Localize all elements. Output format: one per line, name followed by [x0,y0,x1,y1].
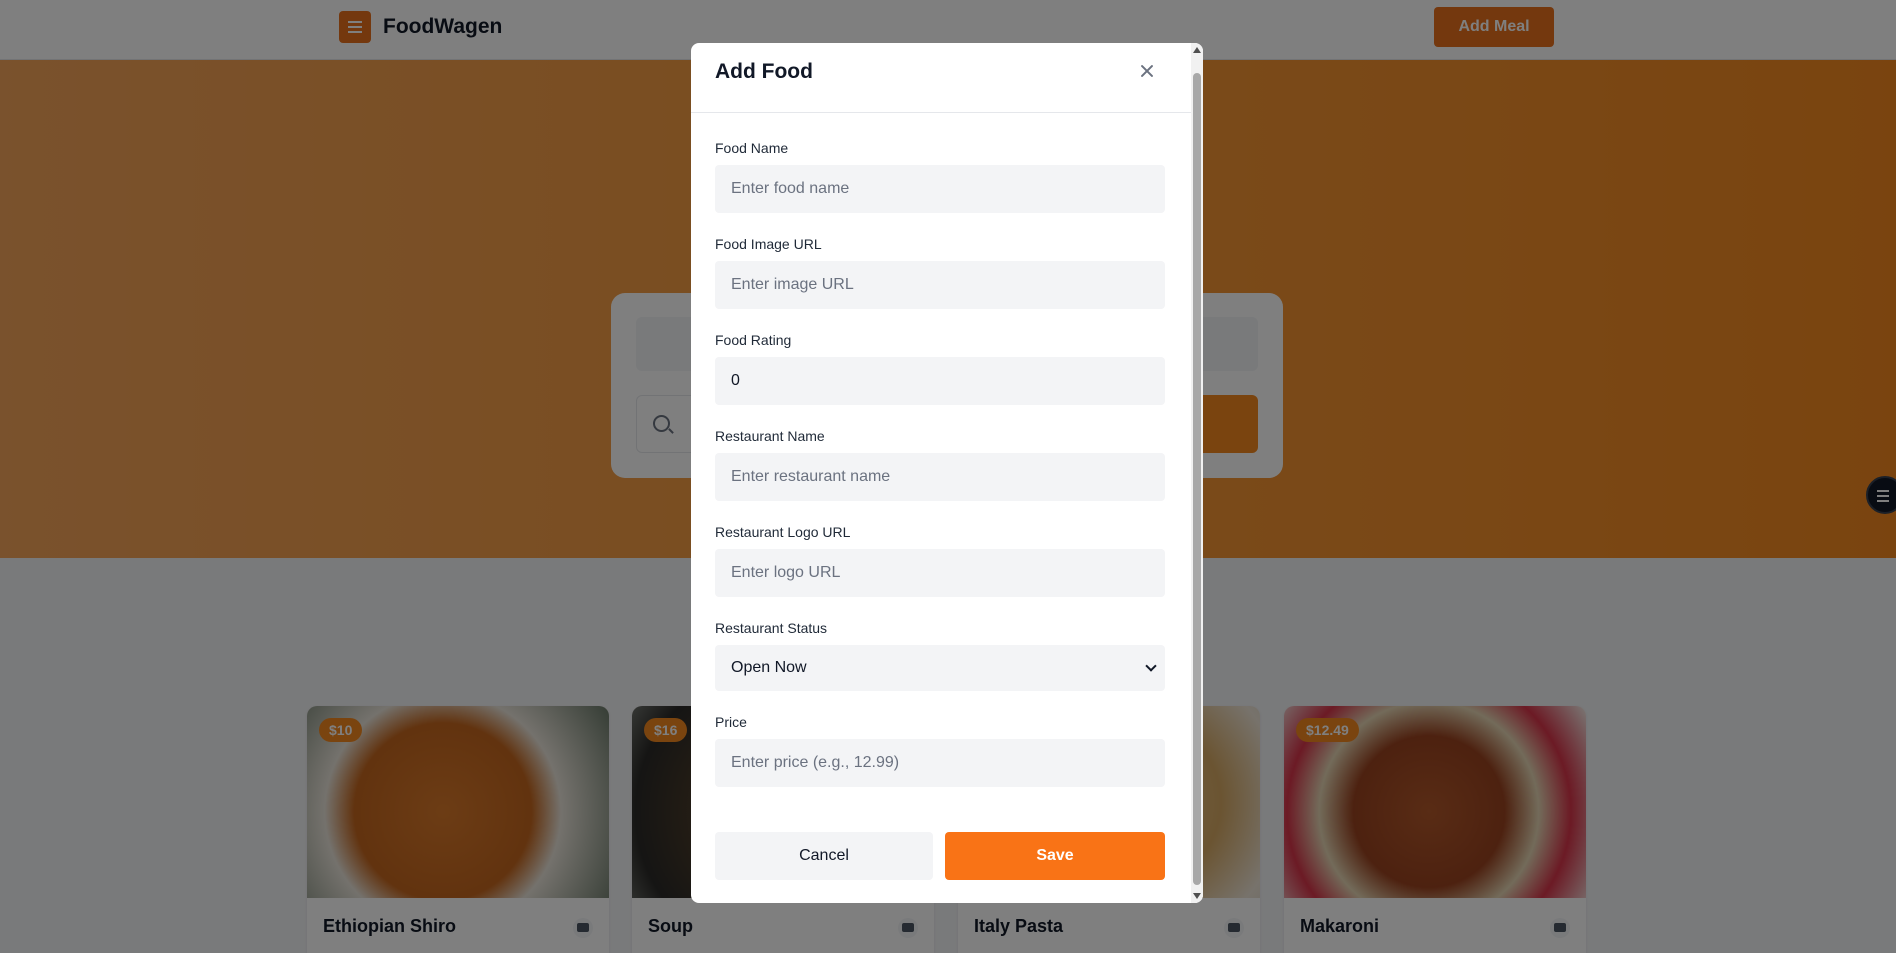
food-image-url-input[interactable] [715,261,1165,309]
chevron-down-icon [1145,660,1157,672]
close-icon[interactable] [1137,61,1157,81]
restaurant-logo-url-label: Restaurant Logo URL [715,524,851,540]
scroll-up-arrow-icon[interactable] [1193,47,1201,53]
cancel-button[interactable]: Cancel [715,832,933,880]
food-name-label: Food Name [715,140,789,156]
food-rating-input[interactable] [715,357,1165,405]
price-label: Price [715,714,747,730]
modal-title: Add Food [715,60,813,83]
food-image-url-label: Food Image URL [715,236,822,252]
modal-scrollbar[interactable] [1191,43,1203,903]
restaurant-status-value: Open Now [731,659,807,676]
restaurant-status-select[interactable]: Open Now [715,645,1165,691]
restaurant-logo-url-input[interactable] [715,549,1165,597]
restaurant-name-input[interactable] [715,453,1165,501]
food-name-input[interactable] [715,165,1165,213]
food-rating-label: Food Rating [715,332,792,348]
restaurant-name-label: Restaurant Name [715,428,825,444]
scroll-thumb[interactable] [1193,73,1201,885]
save-button[interactable]: Save [945,832,1165,880]
restaurant-status-label: Restaurant Status [715,620,828,636]
modal-header: Add Food [691,43,1191,113]
add-food-modal: Add Food Food Name Food Image URL Food R… [691,43,1203,903]
price-input[interactable] [715,739,1165,787]
scroll-down-arrow-icon[interactable] [1193,893,1201,899]
